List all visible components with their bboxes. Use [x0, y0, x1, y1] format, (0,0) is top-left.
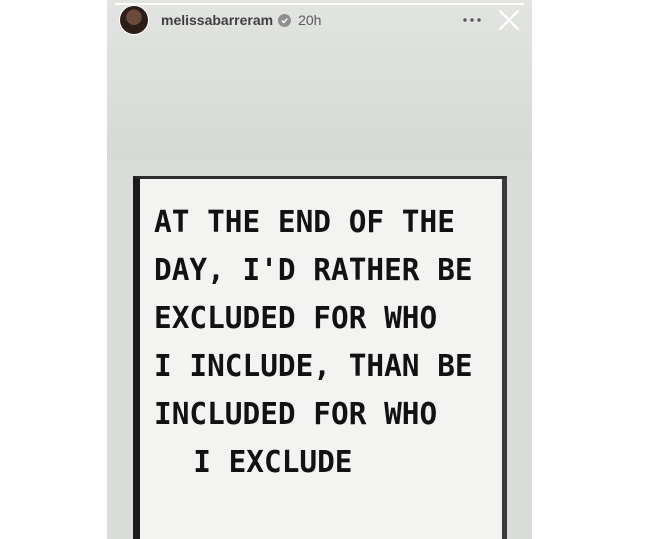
more-options-icon[interactable] [462, 10, 482, 30]
sign-line: I INCLUDE, THAN BE [154, 349, 473, 384]
username[interactable]: melissabarreram [161, 12, 273, 28]
close-icon[interactable] [498, 9, 520, 31]
timestamp: 20h [298, 12, 322, 28]
sign-line: EXCLUDED FOR WHO [154, 301, 438, 336]
sign-line: INCLUDED FOR WHO [154, 397, 438, 432]
avatar[interactable] [119, 5, 149, 35]
story-header: melissabarreram 20h [119, 4, 520, 36]
sign-text: AT THE END OF THE DAY, I'D RATHER BE EXCLU… [154, 199, 492, 487]
story-viewer[interactable]: melissabarreram 20h AT THE END OF THE DAY… [107, 0, 532, 539]
verified-badge-icon [278, 13, 292, 27]
sign-line: DAY, I'D RATHER BE [154, 253, 473, 288]
sign-line: I EXCLUDE [193, 445, 353, 480]
story-image-sign: AT THE END OF THE DAY, I'D RATHER BE EXCLU… [133, 176, 507, 539]
sign-line: AT THE END OF THE [154, 205, 455, 240]
